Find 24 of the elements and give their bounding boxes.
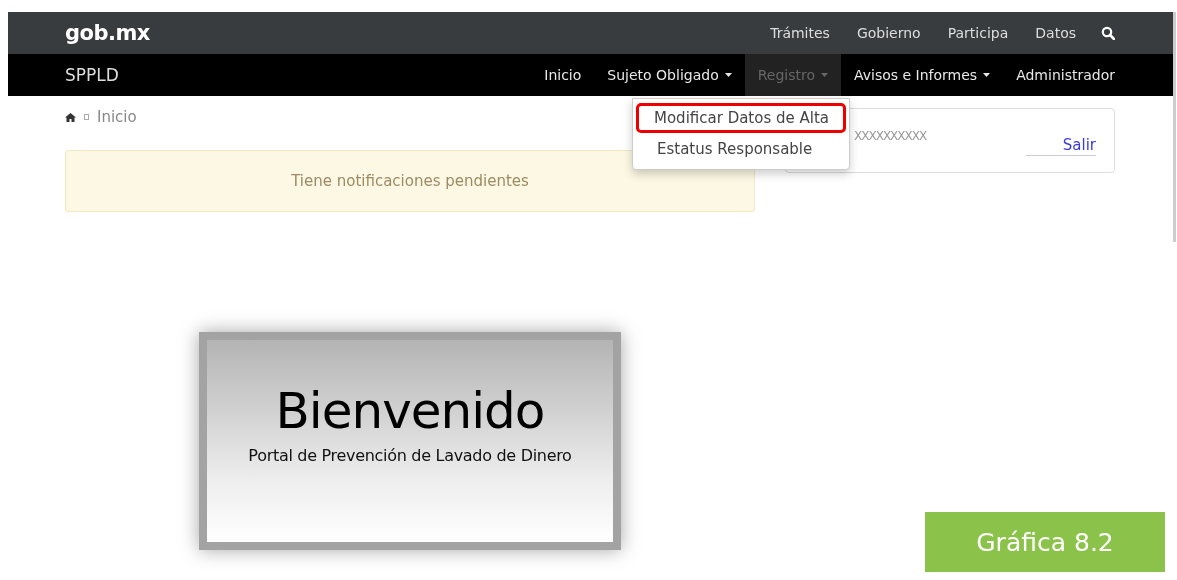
search-icon[interactable] — [1101, 26, 1115, 40]
banner-title: Bienvenido — [275, 382, 545, 440]
user-name: XXXXXXXXXX — [854, 129, 927, 143]
scrollbar[interactable] — [1173, 12, 1176, 242]
banner-subtitle: Portal de Prevención de Lavado de Dinero — [248, 446, 572, 465]
logout-link[interactable]: Salir — [1026, 136, 1096, 156]
separator-icon — [84, 114, 89, 120]
home-icon[interactable] — [65, 112, 76, 122]
nav-item[interactable]: Inicio — [531, 54, 595, 96]
breadcrumb-item[interactable]: Inicio — [97, 108, 137, 126]
brand-name[interactable]: SPPLD — [65, 54, 119, 96]
nav-item[interactable]: Sujeto Obligado — [594, 54, 745, 96]
caret-icon — [821, 73, 828, 77]
caret-icon — [724, 73, 732, 77]
top-link[interactable]: Gobierno — [856, 25, 921, 41]
nav-item[interactable]: Avisos e Informes — [841, 54, 1004, 96]
caret-icon — [983, 73, 991, 77]
menu-item[interactable]: Modificar Datos de Alta — [636, 103, 846, 133]
top-link[interactable]: Datos — [1035, 25, 1076, 41]
nav-item[interactable]: Administrador — [1003, 54, 1115, 96]
top-link[interactable]: Participa — [947, 25, 1009, 41]
top-link[interactable]: Trámites — [770, 25, 830, 41]
logo[interactable]: gob.mx — [65, 21, 150, 45]
figure-label: Gráfica 8.2 — [925, 512, 1165, 572]
